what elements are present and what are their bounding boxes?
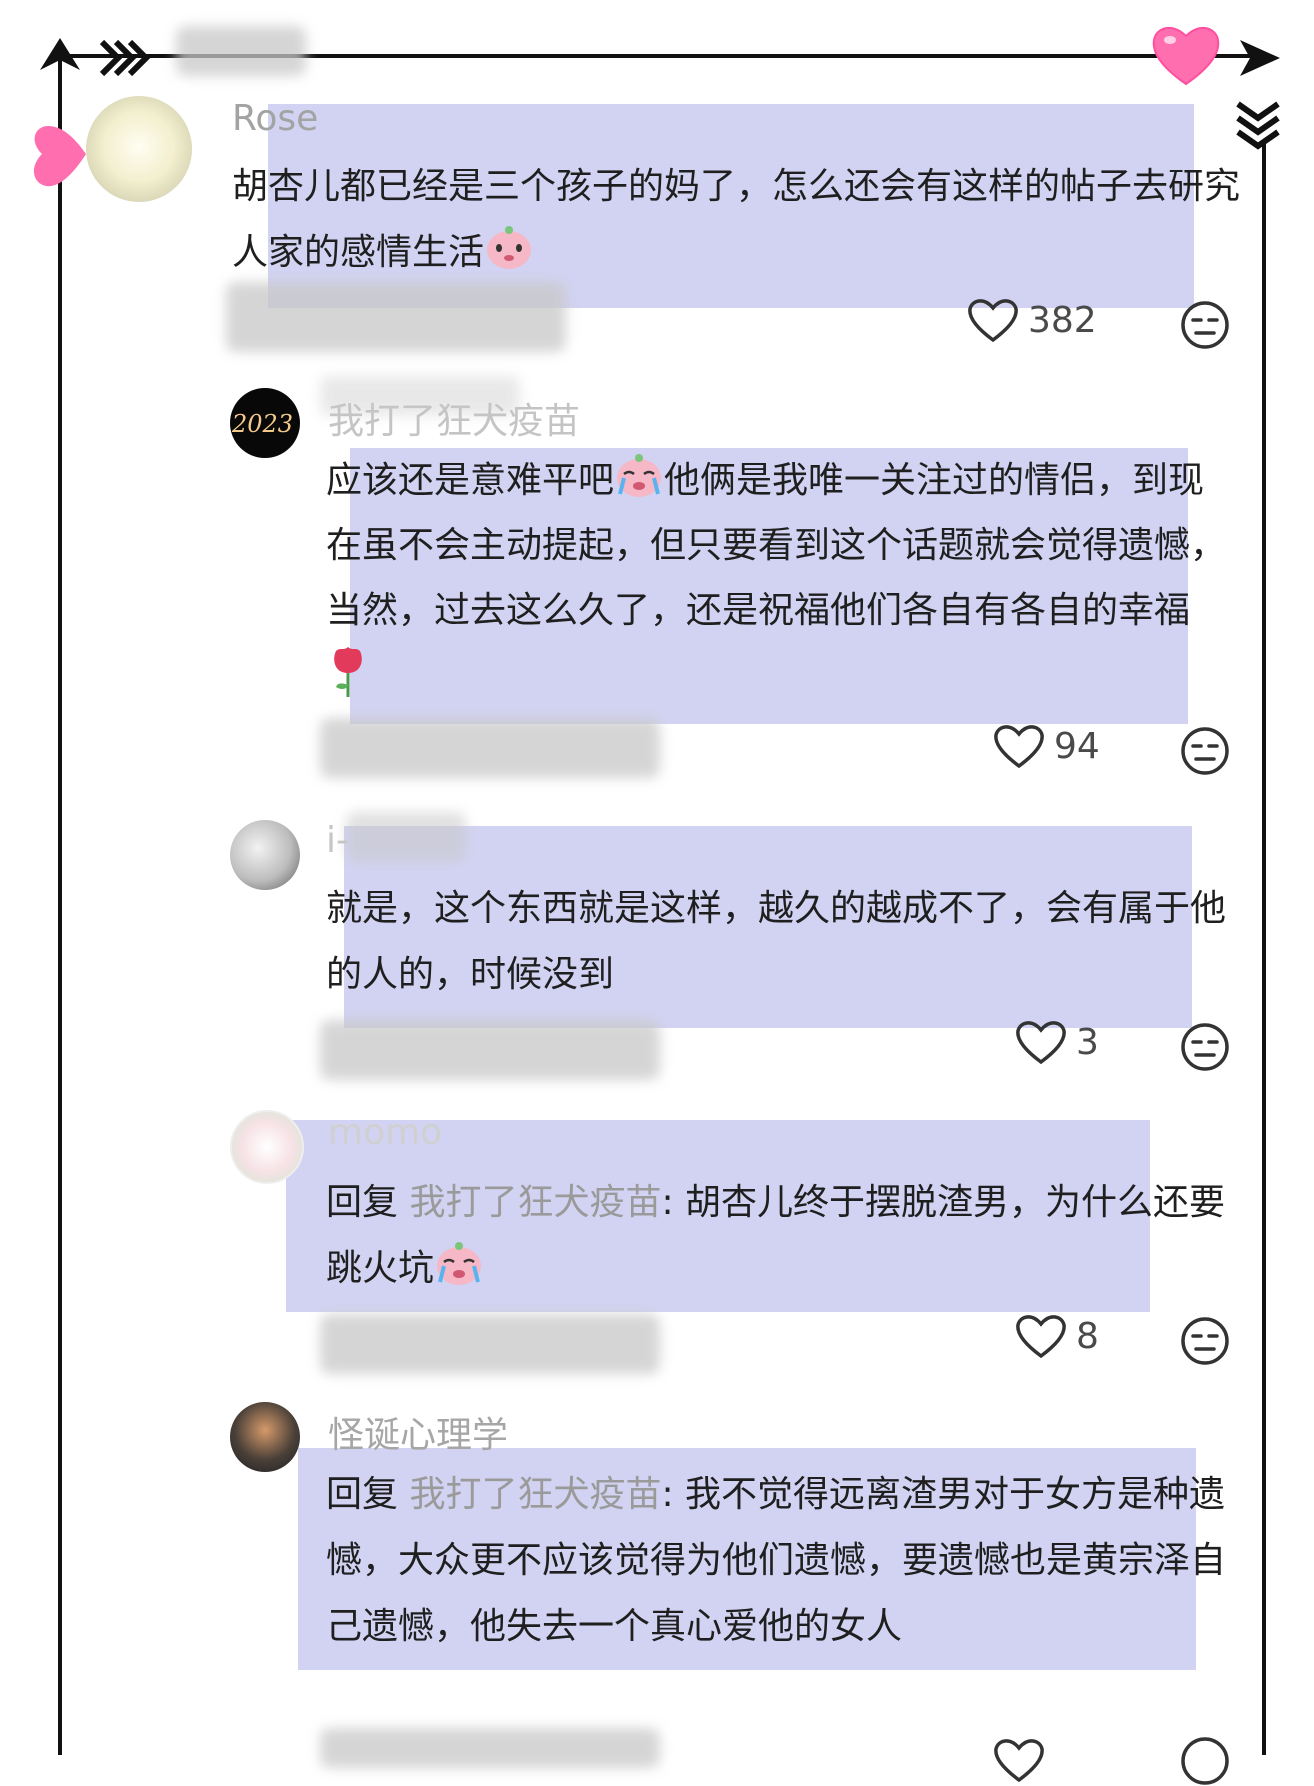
avatar-rose[interactable] — [86, 96, 192, 202]
reply-target-username[interactable]: 我打了狂犬疫苗 — [409, 1474, 661, 1515]
dislike-face-icon[interactable] — [1180, 1316, 1230, 1366]
comment-username[interactable]: momo — [328, 1112, 442, 1153]
heart-outline-icon — [1016, 1021, 1066, 1065]
redacted-username — [346, 812, 466, 862]
redacted-timestamp — [320, 1020, 660, 1080]
comment-text: 回复 我打了狂犬疫苗: 胡杏儿终于摆脱渣男，为什么还要跳火坑 — [326, 1170, 1226, 1302]
comment-text: 就是，这个东西就是这样，越久的越成不了，会有属于他的人的，时候没到 — [326, 888, 1227, 995]
chevron-fletching-icon — [99, 39, 151, 77]
avatar-user-3[interactable] — [230, 820, 300, 890]
redacted-timestamp — [320, 1728, 660, 1768]
crying-face-icon — [617, 454, 662, 497]
dislike-face-icon[interactable] — [1180, 726, 1230, 776]
pink-heart-arrow-icon — [33, 126, 86, 187]
like-button[interactable]: 8 — [1014, 1312, 1099, 1360]
rose-icon — [334, 647, 362, 697]
like-button[interactable]: 3 — [1014, 1018, 1099, 1066]
avatar-2023[interactable]: 2023 — [230, 388, 300, 458]
like-count: 94 — [1054, 725, 1100, 767]
arrow-up-icon — [40, 38, 80, 70]
pink-heart-icon — [1152, 26, 1220, 86]
comment-text: 应该还是意难平吧 他俩是我唯一关注过的情侣，到现在虽不会主动提起，但只要看到这个话… — [326, 448, 1226, 712]
frame-right-line — [1262, 140, 1266, 1755]
chevron-fletching-down-icon — [1236, 101, 1280, 150]
redacted-username-overlay — [320, 376, 520, 416]
redacted-scribble — [176, 26, 306, 76]
frame-left-line — [58, 54, 62, 1755]
comment-text: 胡杏儿都已经是三个孩子的妈了，怎么还会有这样的帖子去研究人家的感情生活 — [232, 154, 1242, 286]
heart-outline-icon — [968, 299, 1018, 343]
like-count: 8 — [1076, 1315, 1099, 1357]
comment-body-part-1: 应该还是意难平吧 — [326, 460, 615, 501]
svg-text:2023: 2023 — [231, 410, 293, 438]
arrow-right-icon — [1240, 40, 1280, 76]
like-button[interactable]: 382 — [966, 296, 1097, 344]
avatar-text-2023: 2023 — [231, 410, 293, 438]
comment-text: 回复 我打了狂犬疫苗: 我不觉得远离渣男对于女方是种遗憾，大众更不应该觉得为他们… — [326, 1462, 1226, 1660]
dislike-face-icon[interactable] — [1180, 300, 1230, 350]
heart-outline-icon — [1016, 1315, 1066, 1359]
avatar-momo[interactable] — [230, 1110, 304, 1184]
redacted-timestamp — [320, 718, 660, 778]
reply-target-username[interactable]: 我打了狂犬疫苗 — [409, 1182, 661, 1223]
dislike-face-icon[interactable] — [1180, 1022, 1230, 1072]
reply-prefix: 回复 — [326, 1474, 399, 1515]
blushing-face-icon — [487, 226, 532, 269]
redacted-timestamp — [226, 282, 566, 352]
comment-username[interactable]: 怪诞心理学 — [328, 1406, 508, 1458]
avatar-user-5[interactable] — [230, 1402, 300, 1472]
dislike-face-icon[interactable] — [1180, 1736, 1230, 1786]
heart-outline-icon — [994, 725, 1044, 769]
like-button[interactable]: 94 — [992, 722, 1100, 770]
redacted-timestamp — [320, 1314, 660, 1374]
comment-body: 胡杏儿都已经是三个孩子的妈了，怎么还会有这样的帖子去研究人家的感情生活 — [232, 166, 1241, 273]
like-count: 3 — [1076, 1021, 1099, 1063]
reply-prefix: 回复 — [326, 1182, 399, 1223]
comment-username[interactable]: Rose — [232, 98, 318, 139]
crying-face-icon — [437, 1242, 482, 1285]
like-count: 382 — [1028, 299, 1097, 341]
heart-outline-icon[interactable] — [992, 1736, 1046, 1784]
